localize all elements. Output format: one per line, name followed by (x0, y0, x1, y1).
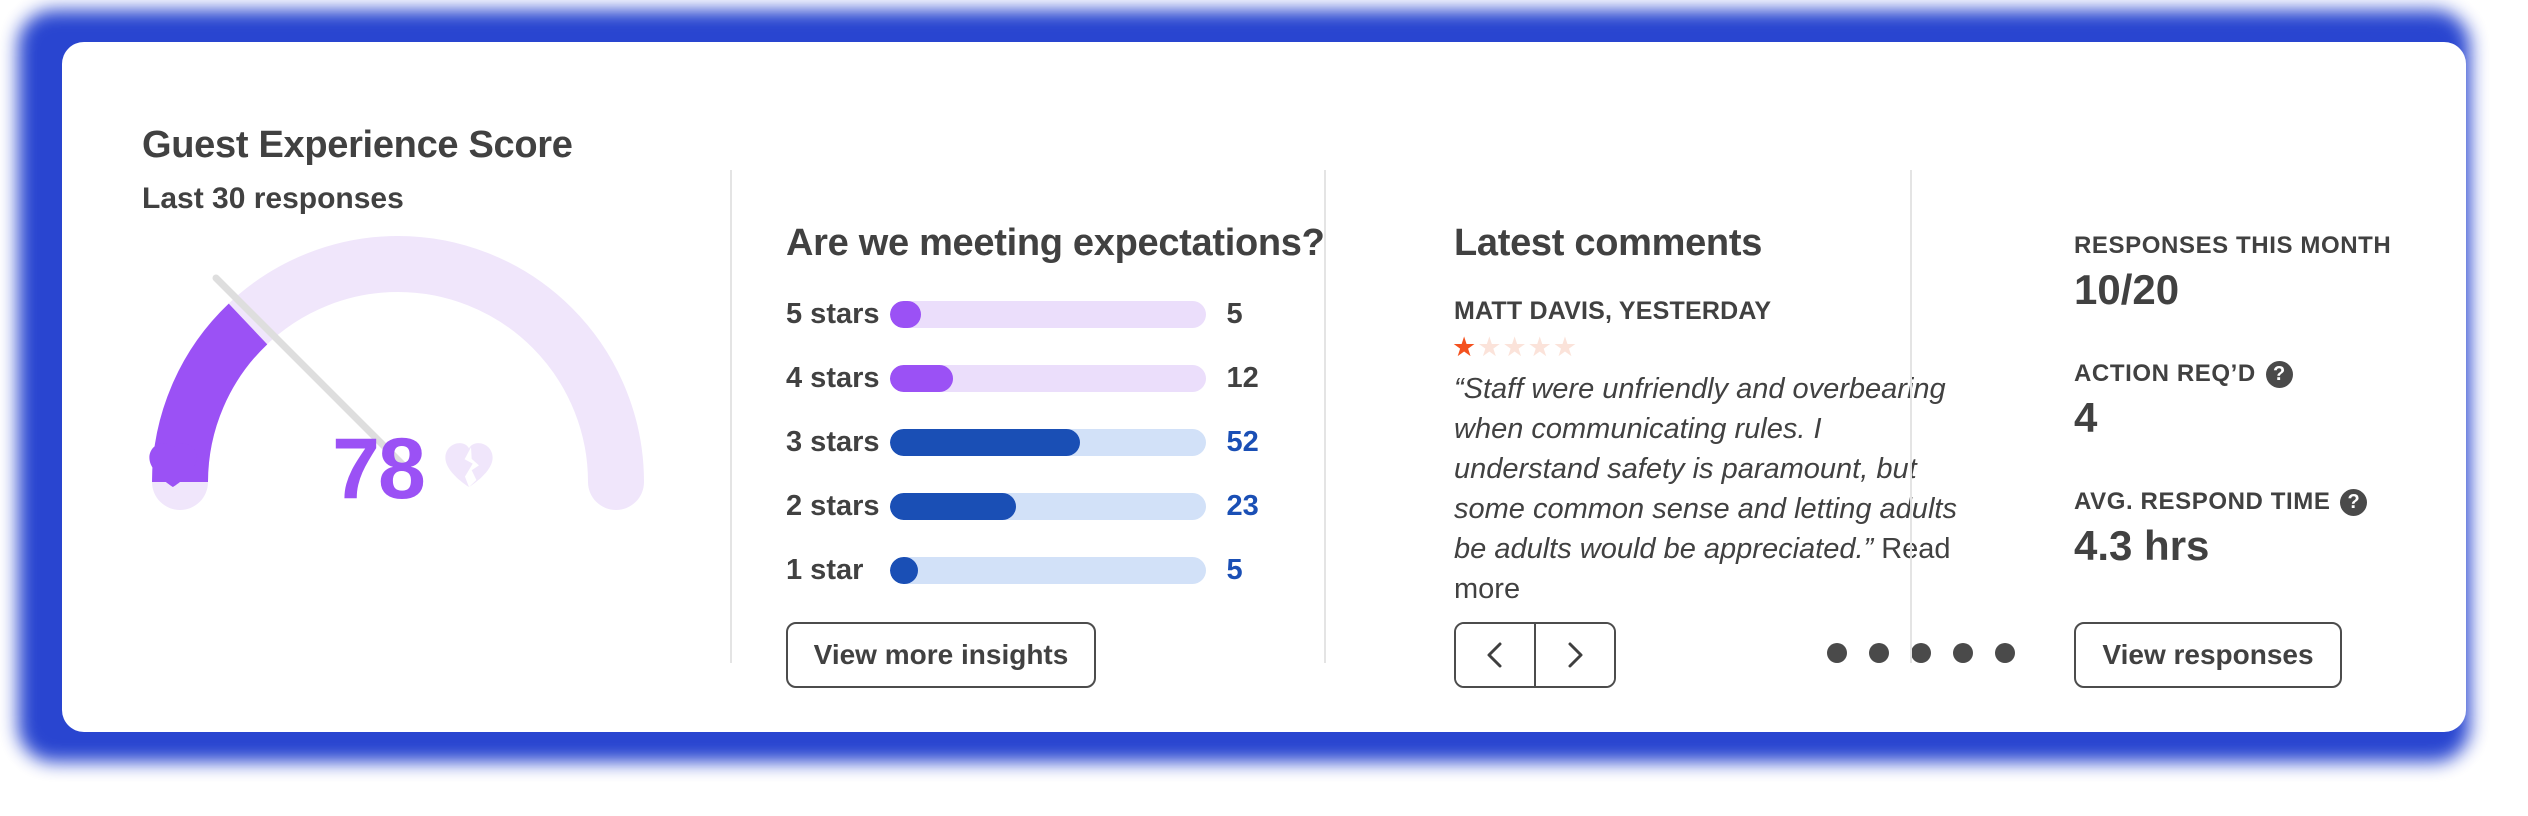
rating-row-label: 3 stars (786, 425, 880, 458)
rating-row-label: 2 stars (786, 489, 880, 522)
pagination-dot[interactable] (1953, 643, 1973, 663)
chevron-right-icon (1568, 642, 1583, 668)
star-empty-icon: ★ (1477, 332, 1503, 362)
broken-heart-icon (445, 443, 493, 488)
rating-bar-track (889, 556, 1207, 584)
stat-label: AVG. RESPOND TIME? (2074, 488, 2414, 516)
ratings-title: Are we meeting expectations? (786, 222, 1325, 264)
stats-panel: RESPONSES THIS MONTH 10/20 ACTION REQ’D? 4 A… (2074, 232, 2414, 616)
rating-bar-track (889, 300, 1207, 328)
stat-value: 10/20 (2074, 266, 2180, 313)
dashboard-card: Guest Experience Score Last 30 responses… (62, 42, 2466, 732)
glow-frame: Guest Experience Score Last 30 responses… (0, 0, 2528, 816)
star-filled-icon: ★ (1452, 332, 1478, 362)
pagination-dot[interactable] (1869, 643, 1889, 663)
stat-label-text: ACTION REQ’D (2074, 360, 2256, 387)
prev-comment-button[interactable] (1456, 624, 1534, 686)
rating-row-value: 52 (1226, 425, 1259, 458)
pagination-dot[interactable] (1911, 643, 1931, 663)
help-icon[interactable]: ? (2265, 360, 2293, 388)
rating-row-value: 12 (1226, 361, 1259, 394)
rating-bar-fill (889, 556, 919, 584)
comments-title: Latest comments (1454, 222, 1763, 264)
stat-block: ACTION REQ’D? 4 (2074, 360, 2414, 442)
help-icon[interactable]: ? (2340, 488, 2368, 516)
chevron-left-icon (1487, 642, 1502, 668)
stat-label-text: AVG. RESPOND TIME (2074, 488, 2331, 515)
rating-bar-fill (889, 428, 1080, 456)
rating-bar-fill (889, 300, 922, 328)
rating-bar-fill (889, 492, 1017, 520)
rating-row-value: 5 (1226, 553, 1243, 586)
pagination-dot[interactable] (1995, 643, 2015, 663)
comment-text: “Staff were unfriendly and overbearing w… (1454, 369, 1974, 609)
view-more-insights-button[interactable]: View more insights (786, 622, 1096, 688)
rating-bar-track (889, 428, 1207, 456)
stat-label-text: RESPONSES THIS MONTH (2074, 232, 2392, 259)
comment-pagination-dots (1827, 643, 2015, 663)
rating-row: 4 stars 12 (786, 346, 1286, 410)
star-empty-icon: ★ (1502, 332, 1528, 362)
section-divider (1910, 170, 1912, 663)
stat-value: 4.3 hrs (2074, 522, 2210, 569)
rating-bar-fill (889, 364, 954, 392)
section-divider (1324, 170, 1326, 663)
rating-row-label: 5 stars (786, 297, 880, 330)
rating-row: 2 stars 23 (786, 474, 1286, 538)
rating-row: 1 star 5 (786, 538, 1286, 602)
rating-bar-list: 5 stars 5 4 stars 12 3 stars 52 2 stars 23 1 sta… (786, 282, 1286, 602)
page-title: Guest Experience Score (142, 124, 573, 166)
rating-bar-track (889, 492, 1207, 520)
stat-block: RESPONSES THIS MONTH 10/20 (2074, 232, 2414, 314)
heart-icon (149, 443, 197, 487)
rating-row: 3 stars 52 (786, 410, 1286, 474)
rating-row-label: 4 stars (786, 361, 880, 394)
star-empty-icon: ★ (1527, 332, 1553, 362)
rating-row-value: 5 (1226, 297, 1243, 330)
section-divider (730, 170, 732, 663)
rating-row: 5 stars 5 (786, 282, 1286, 346)
page-subtitle: Last 30 responses (142, 182, 404, 215)
view-responses-button[interactable]: View responses (2074, 622, 2342, 688)
stat-value: 4 (2074, 394, 2098, 441)
comment-author: MATT DAVIS, YESTERDAY (1454, 297, 1772, 325)
comment-pager (1454, 622, 1616, 688)
next-comment-button[interactable] (1534, 624, 1614, 686)
stat-label: ACTION REQ’D? (2074, 360, 2414, 388)
pagination-dot[interactable] (1827, 643, 1847, 663)
star-empty-icon: ★ (1552, 332, 1579, 362)
rating-bar-track (889, 364, 1207, 392)
comment-star-rating: ★★★★★ (1452, 334, 1578, 361)
stat-label: RESPONSES THIS MONTH (2074, 232, 2414, 260)
rating-row-value: 23 (1226, 489, 1259, 522)
stat-block: AVG. RESPOND TIME? 4.3 hrs (2074, 488, 2414, 570)
rating-row-label: 1 star (786, 553, 864, 586)
